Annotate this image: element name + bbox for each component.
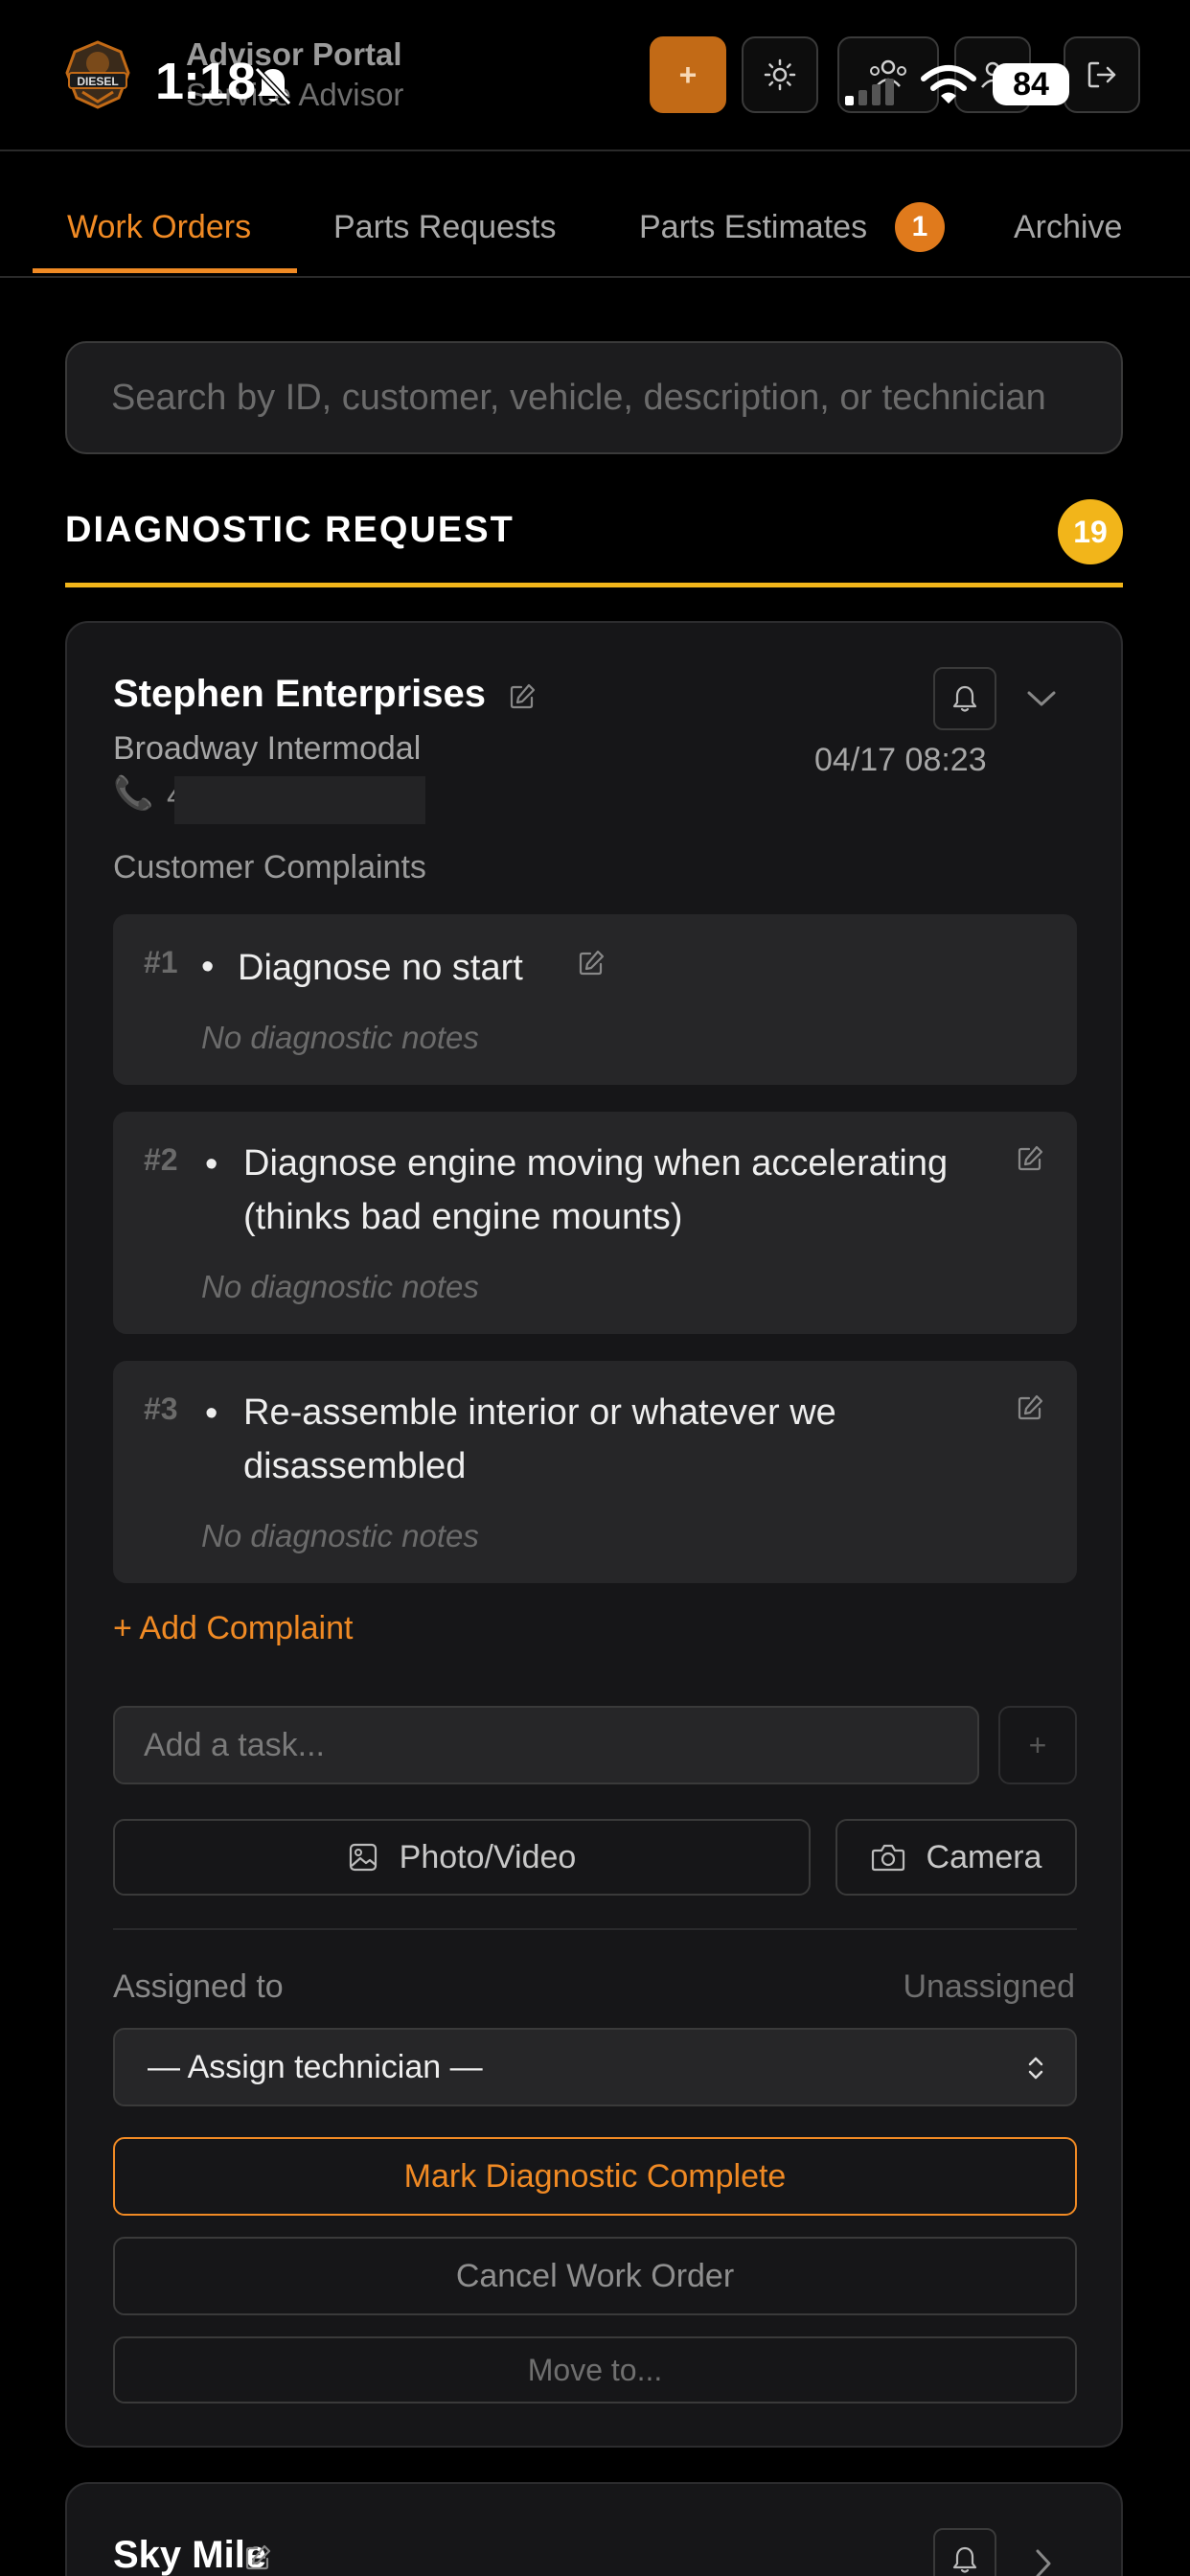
edit-complaint-icon[interactable] xyxy=(577,949,606,978)
svg-text:DIESEL: DIESEL xyxy=(77,75,118,88)
complaint-text: Diagnose no start xyxy=(238,948,523,988)
section-divider xyxy=(65,583,1123,587)
edit-customer-icon[interactable] xyxy=(243,2543,272,2572)
camera-button[interactable]: Camera xyxy=(835,1819,1077,1896)
card-divider xyxy=(113,1928,1077,1930)
tab-parts-requests[interactable]: Parts Requests xyxy=(333,209,556,246)
assigned-label: Assigned to xyxy=(113,1968,284,2005)
search-box xyxy=(65,341,1123,454)
complaint-bullet: • xyxy=(205,1144,218,1184)
add-button[interactable]: + xyxy=(650,36,726,113)
logout-button[interactable] xyxy=(1064,36,1140,113)
complaint-notes: No diagnostic notes xyxy=(201,1269,479,1304)
bell-icon xyxy=(952,685,977,712)
complaint-number: #1 xyxy=(144,945,178,979)
work-order-card: Stephen Enterprises Broadway Intermodal … xyxy=(65,621,1123,2448)
diesel-logo: DIESEL xyxy=(65,40,130,109)
tab-bar: Work Orders Parts Requests Parts Estimat… xyxy=(0,153,1190,278)
complaint-notes: No diagnostic notes xyxy=(201,1518,479,1553)
chevron-down-icon[interactable] xyxy=(1025,688,1058,709)
task-input-box xyxy=(113,1706,979,1784)
wifi-icon xyxy=(921,65,976,104)
customer-location: Broadway Intermodal xyxy=(113,730,422,767)
cellular-signal-icon xyxy=(845,79,894,105)
search-input[interactable] xyxy=(111,343,1079,452)
section-count-badge: 19 xyxy=(1058,499,1123,564)
complaint-number: #3 xyxy=(144,1392,178,1426)
app-header: DIESEL Advisor Portal Service Advisor 1:… xyxy=(0,0,1190,151)
task-input[interactable] xyxy=(144,1708,949,1782)
camera-icon xyxy=(871,1844,904,1872)
notify-button[interactable] xyxy=(933,2528,996,2576)
assigned-value: Unassigned xyxy=(903,1968,1075,2005)
sun-icon xyxy=(764,58,796,91)
complaint-number: #2 xyxy=(144,1142,178,1177)
tab-work-orders[interactable]: Work Orders xyxy=(67,209,251,246)
notify-button[interactable] xyxy=(933,667,996,730)
edit-complaint-icon[interactable] xyxy=(1016,1393,1044,1422)
tab-archive[interactable]: Archive xyxy=(1014,209,1122,246)
order-date: 04/17 08:23 xyxy=(814,742,987,778)
complaint-bullet: • xyxy=(201,947,215,987)
complaint-text: Re-assemble interior or whatever we disa… xyxy=(243,1392,836,1486)
tab-parts-estimates[interactable]: Parts Estimates xyxy=(639,209,867,246)
cancel-work-order-button[interactable]: Cancel Work Order xyxy=(113,2237,1077,2315)
complaints-label: Customer Complaints xyxy=(113,849,426,886)
bell-icon xyxy=(952,2546,977,2573)
status-bar-time: 1:18 xyxy=(155,53,256,110)
assign-technician-select[interactable]: — Assign technician — xyxy=(113,2028,1077,2106)
assign-technician-value: — Assign technician — xyxy=(148,2049,483,2085)
redacted-phone xyxy=(174,776,425,824)
edit-customer-icon[interactable] xyxy=(508,682,537,711)
photo-video-button[interactable]: Photo/Video xyxy=(113,1819,811,1896)
battery-indicator: 84 xyxy=(993,63,1069,105)
photo-video-label: Photo/Video xyxy=(399,1838,577,1875)
complaint-item: #3 • Re-assemble interior or whatever we… xyxy=(113,1361,1077,1583)
select-arrows-icon xyxy=(1028,2057,1043,2080)
complaint-notes: No diagnostic notes xyxy=(201,1020,479,1055)
parts-estimates-badge: 1 xyxy=(895,202,945,252)
logout-icon xyxy=(1087,61,1116,88)
camera-label: Camera xyxy=(926,1838,1042,1875)
mark-diagnostic-complete-button[interactable]: Mark Diagnostic Complete xyxy=(113,2137,1077,2216)
work-order-card: Sky Mile xyxy=(65,2482,1123,2576)
edit-complaint-icon[interactable] xyxy=(1016,1144,1044,1173)
add-complaint-link[interactable]: + Add Complaint xyxy=(113,1610,353,1647)
phone-icon: 📞 xyxy=(113,775,154,812)
active-tab-indicator xyxy=(33,268,297,273)
bell-off-icon xyxy=(254,66,292,106)
complaint-bullet: • xyxy=(205,1393,218,1434)
section-title: DIAGNOSTIC REQUEST xyxy=(65,510,515,550)
theme-toggle-button[interactable] xyxy=(742,36,818,113)
move-to-button[interactable]: Move to... xyxy=(113,2336,1077,2404)
complaint-item: #1 • Diagnose no start No diagnostic not… xyxy=(113,914,1077,1085)
customer-name: Stephen Enterprises xyxy=(113,673,487,715)
complaint-text: Diagnose engine moving when accelerating… xyxy=(243,1143,949,1237)
add-task-button[interactable]: + xyxy=(998,1706,1077,1784)
complaint-item: #2 • Diagnose engine moving when acceler… xyxy=(113,1112,1077,1334)
image-icon xyxy=(349,1843,377,1872)
chevron-right-icon[interactable] xyxy=(1033,2547,1054,2576)
